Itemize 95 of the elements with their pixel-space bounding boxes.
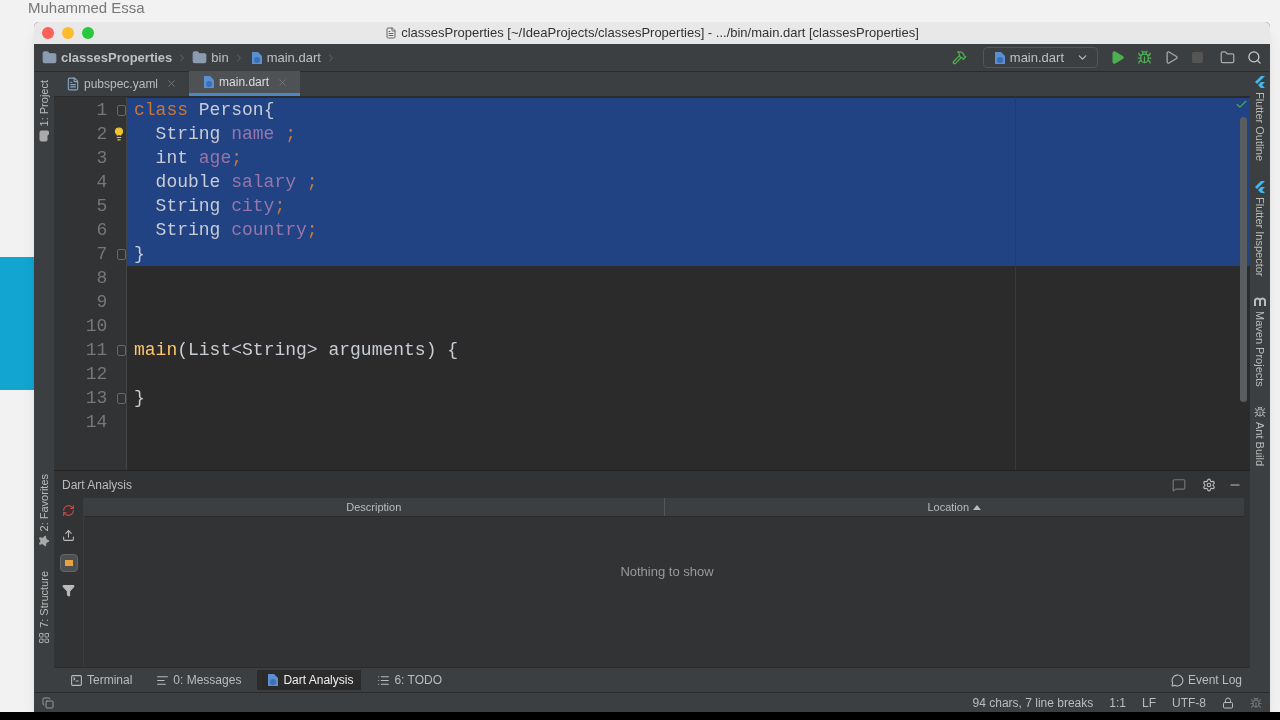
lightbulb-icon[interactable]	[112, 127, 126, 141]
code-line: double salary ;	[154, 171, 318, 194]
window-title: classesProperties [~/IdeaProjects/classesProperties] - .../bin/main.dart [classesProperties]	[401, 24, 919, 43]
line-number: 6	[95, 218, 108, 242]
upload-icon[interactable]	[62, 529, 75, 542]
code-line: main(List<String> arguments) {	[134, 339, 459, 362]
panel-title: Dart Analysis	[62, 476, 133, 494]
inspector-icon[interactable]	[1250, 696, 1262, 709]
selection-info: 94 chars, 7 line breaks	[972, 694, 1094, 712]
event-log-button[interactable]: Event Log	[1170, 671, 1242, 689]
author-name: Muhammed Essa	[28, 0, 145, 16]
line-number: 5	[95, 194, 108, 218]
group-toggle-button[interactable]	[59, 554, 78, 572]
layout-icon[interactable]	[42, 696, 54, 709]
project-structure-icon[interactable]	[1220, 50, 1235, 65]
tool-tab[interactable]: Terminal	[62, 670, 141, 690]
editor-tab[interactable]: pubspec.yaml	[54, 71, 190, 96]
code-line: String name ;	[154, 123, 297, 146]
comment-icon[interactable]	[1172, 477, 1186, 492]
column-header[interactable]: Description	[84, 498, 664, 516]
flutter-icon	[1254, 76, 1266, 88]
folder-icon	[38, 130, 50, 143]
column-header[interactable]: Location	[663, 498, 1244, 516]
structure-icon	[38, 632, 50, 644]
dart-icon	[201, 75, 216, 89]
line-number: 1	[95, 98, 108, 122]
dart-icon	[265, 673, 280, 687]
lock-icon[interactable]	[1222, 696, 1234, 709]
file-encoding[interactable]: UTF-8	[1172, 693, 1206, 712]
code-line: int age;	[154, 147, 243, 170]
fold-marker-icon[interactable]	[117, 248, 126, 260]
line-number: 10	[84, 314, 108, 338]
close-tab-icon[interactable]	[166, 78, 178, 89]
close-button[interactable]	[42, 27, 54, 39]
tool-window-tab[interactable]: Maven Projects	[1251, 310, 1269, 387]
line-number: 9	[95, 290, 108, 314]
breadcrumb-item[interactable]: bin	[192, 47, 245, 68]
code-line: }	[134, 243, 145, 266]
caret-position[interactable]: 1:1	[1109, 693, 1126, 712]
maven-icon	[1254, 296, 1266, 307]
tool-window-tab[interactable]: 1: Project	[35, 80, 53, 127]
scrollbar[interactable]	[1240, 117, 1247, 402]
search-icon[interactable]	[1247, 50, 1262, 65]
line-separator[interactable]: LF	[1142, 693, 1156, 712]
star-icon	[38, 535, 50, 548]
settings-icon[interactable]	[1202, 477, 1216, 492]
code-line: class Person{	[134, 99, 275, 122]
line-number: 4	[95, 170, 108, 194]
fold-marker-icon[interactable]	[117, 344, 126, 356]
file-icon	[66, 76, 80, 91]
code-line: String city;	[154, 195, 286, 218]
folder-icon	[192, 50, 208, 65]
run-config-dropdown[interactable]: main.dart	[982, 47, 1098, 68]
tool-tab[interactable]: 0: Messages	[148, 670, 250, 690]
breadcrumb-item[interactable]: main.dart	[248, 47, 337, 68]
tool-window-tab[interactable]: 2: Favorites	[35, 473, 53, 532]
project-folder-icon	[42, 50, 57, 65]
check-icon	[1235, 98, 1248, 111]
speech-bubble-icon	[1170, 673, 1184, 687]
coverage-icon[interactable]	[1164, 50, 1179, 65]
terminal-icon	[70, 673, 83, 687]
build-icon[interactable]	[951, 50, 967, 65]
fold-marker-icon[interactable]	[117, 104, 126, 116]
line-number: 12	[84, 362, 108, 386]
tool-tab[interactable]: Dart Analysis	[257, 670, 362, 690]
stop-icon[interactable]	[1191, 51, 1204, 64]
line-number: 13	[84, 386, 108, 410]
messages-icon	[156, 673, 170, 687]
flutter-icon	[1254, 181, 1266, 194]
line-number: 11	[84, 338, 108, 362]
list-icon	[377, 673, 391, 687]
line-number: 2	[95, 122, 108, 146]
breadcrumb-item[interactable]: classesProperties	[42, 47, 189, 68]
filter-icon[interactable]	[62, 584, 75, 597]
fold-marker-icon[interactable]	[117, 392, 126, 404]
tool-window-tab[interactable]: Ant Build	[1251, 422, 1269, 467]
code-line: String country;	[154, 219, 318, 242]
ant-icon	[1254, 406, 1266, 419]
document-icon	[385, 27, 398, 39]
tool-window-tab[interactable]: Flutter Outline	[1251, 92, 1269, 162]
close-tab-icon[interactable]	[277, 76, 289, 88]
line-number: 8	[95, 266, 108, 290]
editor-tab[interactable]: main.dart	[189, 71, 301, 96]
line-number: 3	[95, 146, 108, 170]
code-line: }	[134, 387, 145, 410]
refresh-icon[interactable]	[62, 504, 75, 517]
run-icon[interactable]	[1110, 50, 1125, 65]
line-number: 14	[84, 410, 108, 434]
empty-message: Nothing to show	[620, 563, 714, 581]
debug-icon[interactable]	[1137, 50, 1152, 65]
line-number: 7	[95, 242, 108, 266]
tool-window-tab[interactable]: Flutter Inspector	[1251, 197, 1269, 277]
tool-window-tab[interactable]: 7: Structure	[35, 571, 53, 628]
zoom-button[interactable]	[82, 27, 94, 39]
tool-tab[interactable]: 6: TODO	[369, 670, 450, 690]
